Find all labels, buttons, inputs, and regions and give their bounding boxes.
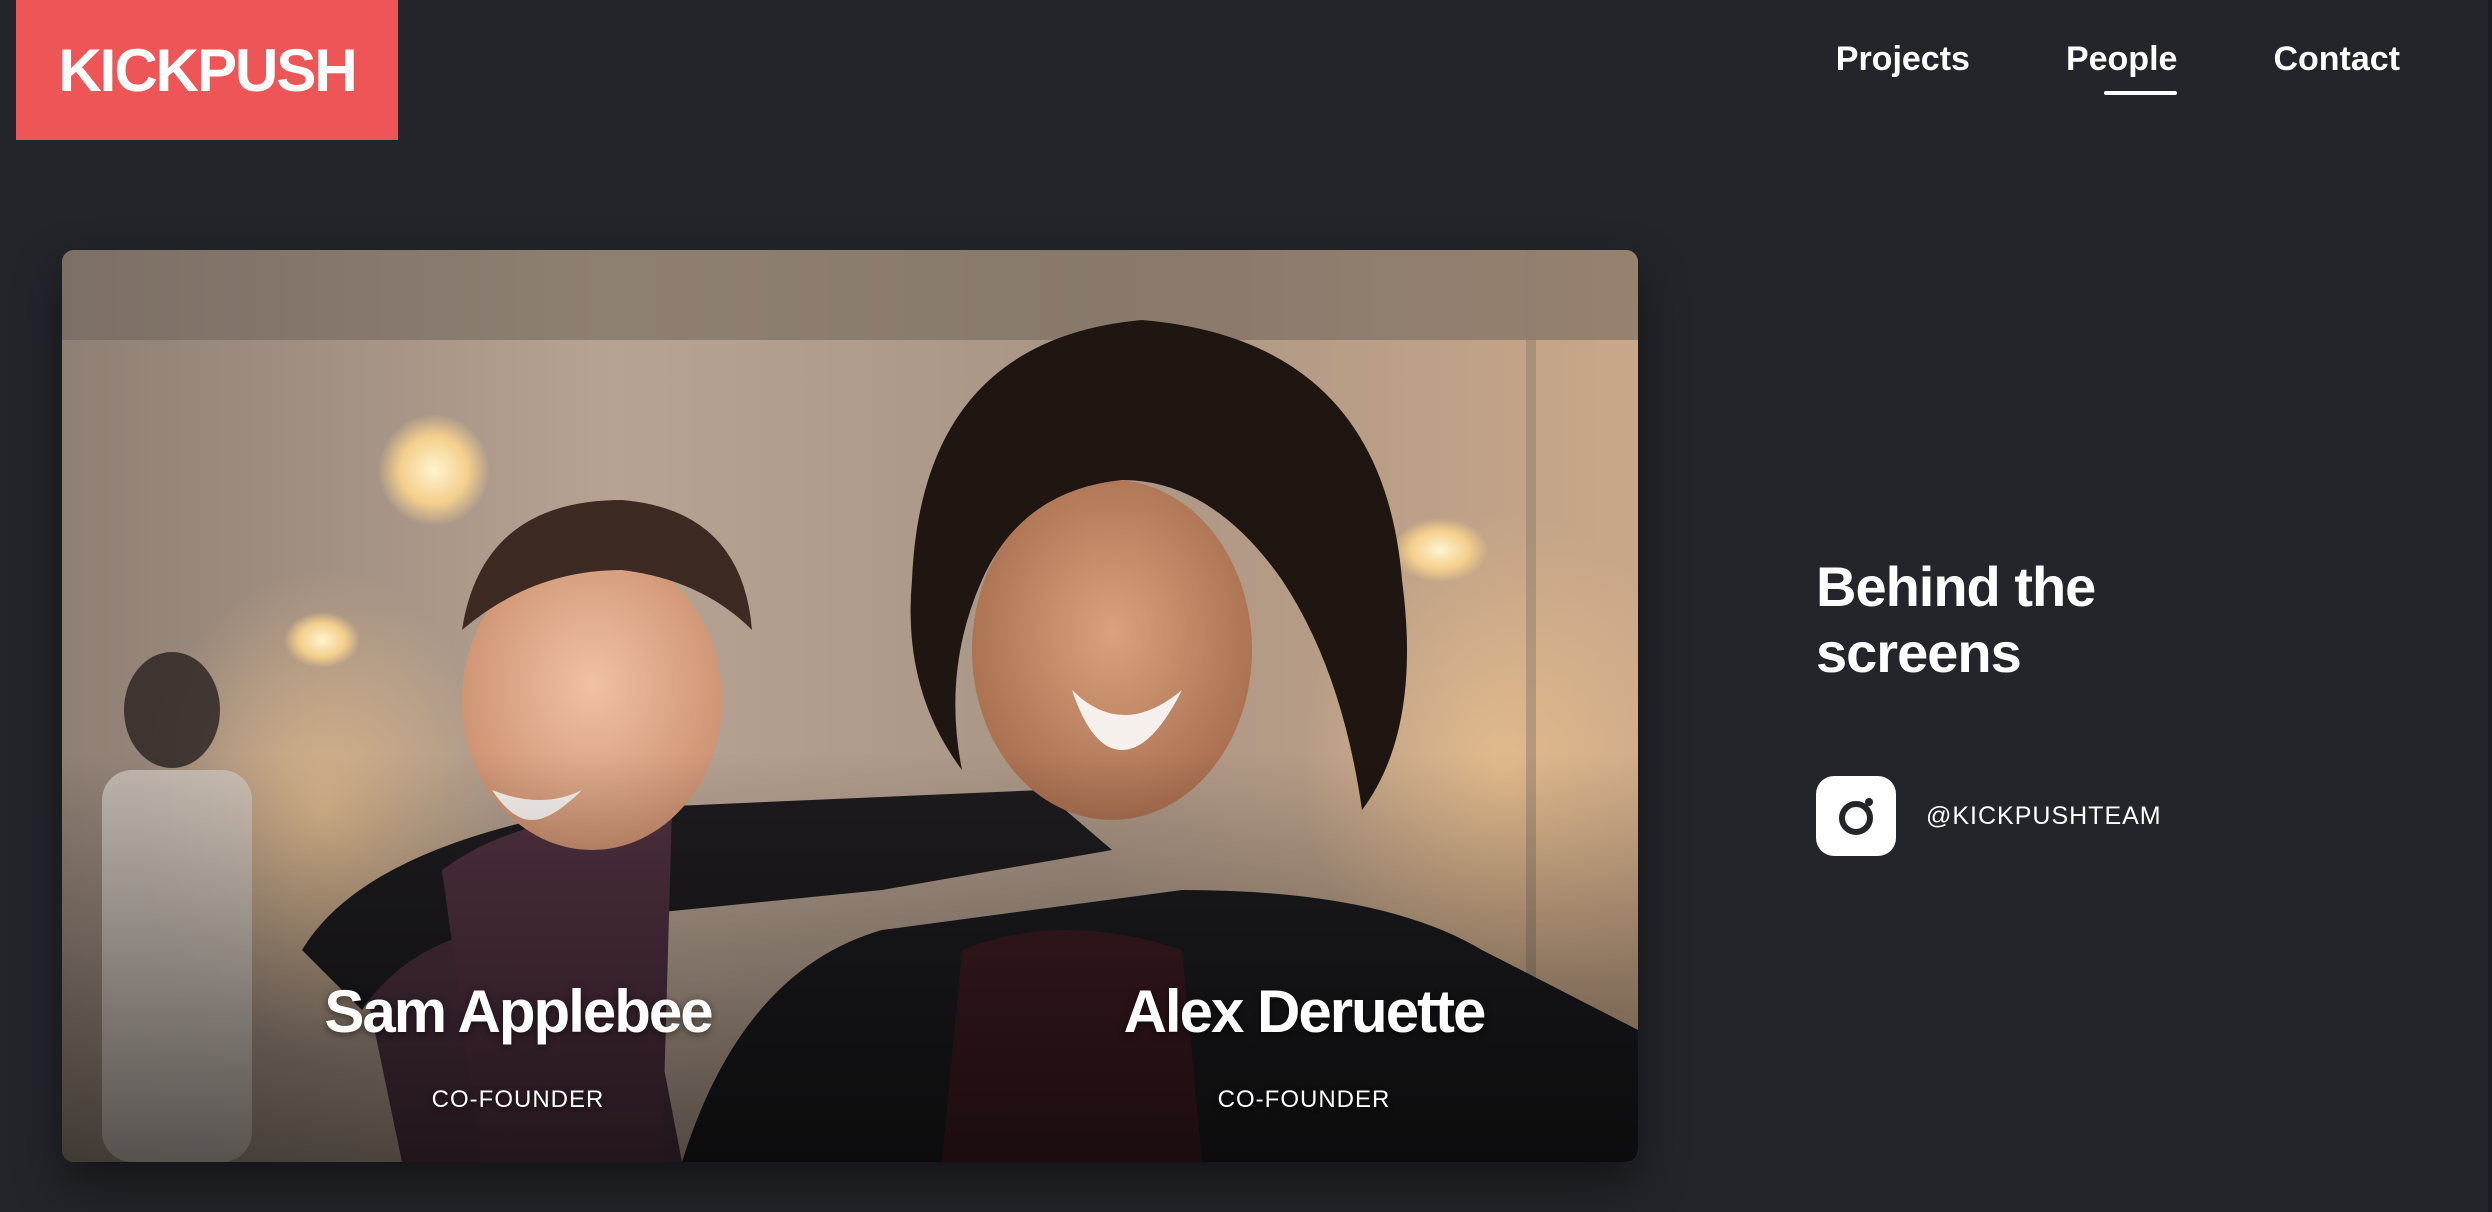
person-name: Alex Deruette <box>1123 978 1487 1045</box>
section-title: Behind the screens <box>1816 555 2096 684</box>
nav-contact[interactable]: Contact <box>2273 40 2400 91</box>
instagram-link[interactable]: @KICKPUSHTEAM <box>1816 776 2236 856</box>
nav-people[interactable]: People <box>2066 40 2178 95</box>
person-role: CO-FOUNDER <box>1217 1086 1391 1113</box>
instagram-handle: @KICKPUSHTEAM <box>1926 801 2162 830</box>
person-role: CO-FOUNDER <box>431 1086 605 1113</box>
logo-text: KICKPUSH <box>58 36 357 104</box>
nav-projects[interactable]: Projects <box>1836 40 1970 91</box>
instagram-icon <box>1816 776 1896 856</box>
team-photo: Sam Applebee CO-FOUNDER Alex Deruette CO… <box>62 250 1638 1162</box>
person-card: Sam Applebee CO-FOUNDER <box>238 982 798 1114</box>
behind-the-screens-section: Behind the screens @KICKPUSHTEAM <box>1816 554 2236 856</box>
person-card: Alex Deruette CO-FOUNDER <box>1024 982 1584 1114</box>
logo-link[interactable]: KICKPUSH <box>16 0 398 140</box>
page: KICKPUSH Projects People Contact Sam App… <box>0 0 2492 1212</box>
person-name: Sam Applebee <box>324 978 713 1045</box>
scrollbar-edge <box>2488 0 2492 1212</box>
main-nav: Projects People Contact <box>1836 40 2400 95</box>
